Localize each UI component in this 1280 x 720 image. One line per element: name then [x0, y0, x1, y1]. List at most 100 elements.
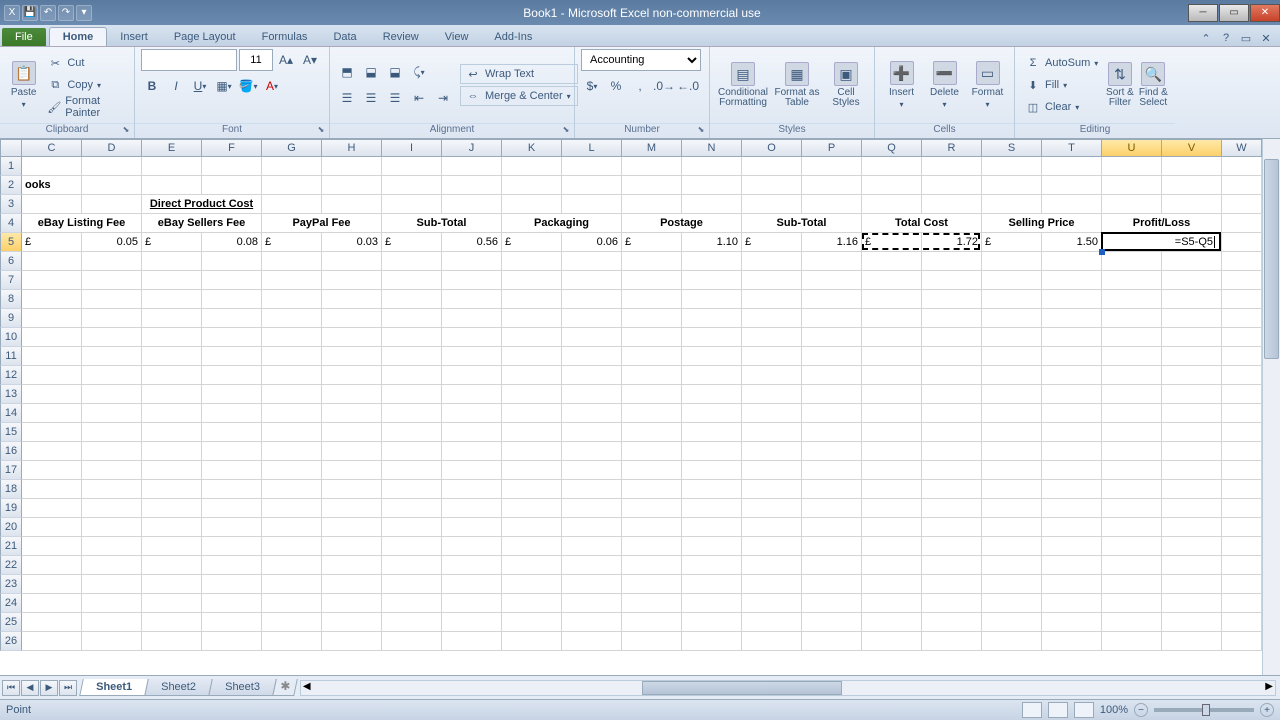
cell[interactable] — [202, 404, 262, 423]
cell[interactable] — [262, 195, 322, 214]
cell[interactable] — [742, 176, 802, 195]
cell[interactable] — [1042, 499, 1102, 518]
cell[interactable] — [382, 404, 442, 423]
cell[interactable] — [802, 309, 862, 328]
cell[interactable] — [142, 252, 202, 271]
cell[interactable] — [1042, 442, 1102, 461]
cell[interactable] — [862, 613, 922, 632]
cell[interactable] — [1042, 347, 1102, 366]
cell[interactable] — [262, 271, 322, 290]
cell[interactable] — [262, 328, 322, 347]
cell[interactable] — [1222, 347, 1262, 366]
cell[interactable] — [322, 613, 382, 632]
cell[interactable] — [562, 480, 622, 499]
cell[interactable] — [1222, 290, 1262, 309]
sort-filter-button[interactable]: ⇅Sort & Filter — [1104, 52, 1135, 118]
cell[interactable] — [742, 537, 802, 556]
cell[interactable] — [562, 252, 622, 271]
cell[interactable] — [802, 442, 862, 461]
cell[interactable] — [142, 271, 202, 290]
cell[interactable] — [22, 404, 82, 423]
cell[interactable] — [322, 480, 382, 499]
cell[interactable] — [1042, 385, 1102, 404]
cell[interactable] — [742, 385, 802, 404]
cells-viewport[interactable]: ooksDirect Product CosteBay Listing Feee… — [22, 157, 1262, 675]
cell[interactable] — [502, 499, 562, 518]
number-launcher-icon[interactable]: ⬊ — [695, 125, 707, 137]
cell[interactable] — [1042, 575, 1102, 594]
cell[interactable] — [1222, 632, 1262, 651]
cell[interactable] — [142, 347, 202, 366]
cell[interactable] — [382, 309, 442, 328]
conditional-formatting-button[interactable]: ▤Conditional Formatting — [716, 52, 770, 118]
zoom-slider-thumb[interactable] — [1202, 704, 1210, 716]
cell[interactable] — [1222, 613, 1262, 632]
cell[interactable] — [322, 195, 382, 214]
cell[interactable] — [502, 537, 562, 556]
cell[interactable] — [1162, 442, 1222, 461]
cell[interactable] — [802, 632, 862, 651]
cell[interactable] — [802, 404, 862, 423]
cell[interactable] — [82, 442, 142, 461]
cell[interactable] — [322, 176, 382, 195]
cell[interactable] — [922, 347, 982, 366]
cell[interactable] — [622, 461, 682, 480]
vertical-scrollbar[interactable] — [1262, 139, 1280, 675]
decrease-indent-icon[interactable]: ⇤ — [408, 87, 430, 109]
row-header-16[interactable]: 16 — [0, 442, 22, 461]
cell[interactable] — [322, 157, 382, 176]
cell[interactable] — [1042, 518, 1102, 537]
zoom-in-button[interactable]: + — [1260, 703, 1274, 717]
cell[interactable] — [622, 480, 682, 499]
cell[interactable] — [262, 442, 322, 461]
cell[interactable] — [802, 252, 862, 271]
cell[interactable] — [382, 632, 442, 651]
cell[interactable] — [382, 176, 442, 195]
cell[interactable] — [262, 575, 322, 594]
cell[interactable] — [22, 157, 82, 176]
cell[interactable] — [502, 347, 562, 366]
row-header-23[interactable]: 23 — [0, 575, 22, 594]
cell[interactable] — [922, 594, 982, 613]
percent-icon[interactable]: % — [605, 75, 627, 97]
header-sub1[interactable]: Sub-Total — [382, 214, 502, 233]
cell[interactable] — [82, 385, 142, 404]
cell[interactable] — [1222, 385, 1262, 404]
cell[interactable] — [982, 518, 1042, 537]
cell[interactable] — [682, 461, 742, 480]
cell[interactable] — [202, 252, 262, 271]
cell[interactable] — [502, 518, 562, 537]
cell[interactable] — [262, 404, 322, 423]
cell[interactable] — [1162, 347, 1222, 366]
decrease-decimal-icon[interactable]: ←.0 — [677, 75, 699, 97]
column-header-S[interactable]: S — [982, 139, 1042, 157]
cell[interactable] — [742, 252, 802, 271]
header-pack[interactable]: Packaging — [502, 214, 622, 233]
cell[interactable] — [22, 347, 82, 366]
underline-button[interactable]: U▾ — [189, 75, 211, 97]
align-middle-icon[interactable]: ⬓ — [360, 61, 382, 83]
cell[interactable] — [862, 423, 922, 442]
cell[interactable] — [442, 328, 502, 347]
cell[interactable] — [922, 461, 982, 480]
cell[interactable] — [622, 594, 682, 613]
save-icon[interactable]: 💾 — [22, 5, 38, 21]
cell[interactable] — [682, 271, 742, 290]
cell[interactable] — [1102, 309, 1162, 328]
cell[interactable] — [1102, 385, 1162, 404]
cell[interactable] — [622, 252, 682, 271]
cell[interactable] — [202, 499, 262, 518]
wrap-text-button[interactable]: ↩Wrap Text — [460, 64, 578, 84]
cell[interactable] — [982, 252, 1042, 271]
cell[interactable] — [682, 404, 742, 423]
cell[interactable] — [82, 556, 142, 575]
cell[interactable] — [142, 309, 202, 328]
cell[interactable] — [922, 328, 982, 347]
align-center-icon[interactable]: ☰ — [360, 87, 382, 109]
cell[interactable] — [1162, 157, 1222, 176]
zoom-out-button[interactable]: − — [1134, 703, 1148, 717]
cell[interactable] — [202, 157, 262, 176]
cell[interactable] — [382, 290, 442, 309]
cell[interactable] — [502, 195, 562, 214]
row-header-26[interactable]: 26 — [0, 632, 22, 651]
